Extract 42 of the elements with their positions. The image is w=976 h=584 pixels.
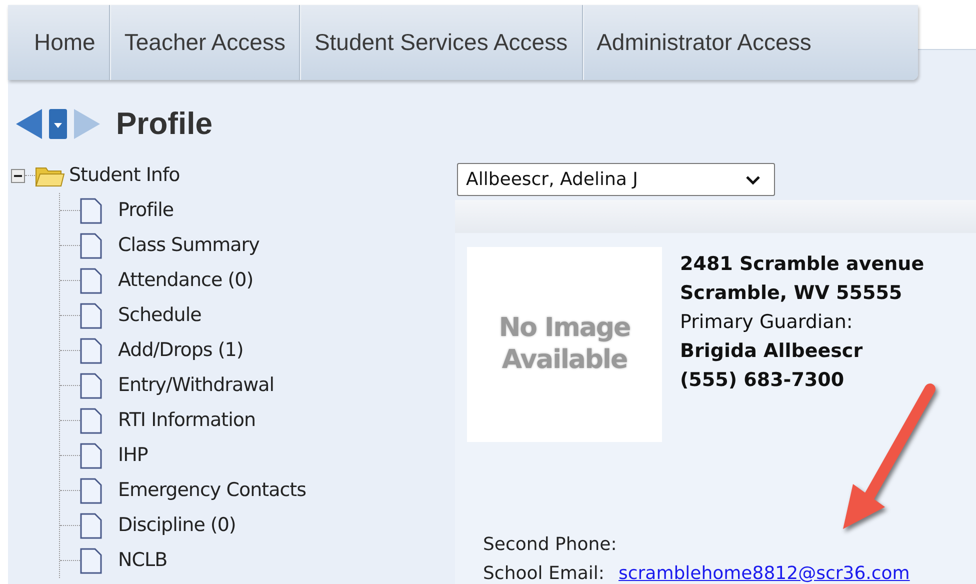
page-icon (80, 478, 102, 504)
address-line: 2481 Scramble avenue (680, 252, 924, 277)
page-icon (80, 372, 102, 398)
page-icon (80, 442, 102, 468)
student-select[interactable]: Allbeescr, Adelina J (457, 163, 775, 196)
tree-item[interactable]: Class Summary (118, 231, 260, 260)
page-title: Profile (116, 105, 212, 143)
page-icon (80, 268, 102, 294)
page-icon (80, 512, 102, 538)
tree-item[interactable]: Attendance (0) (118, 266, 254, 295)
page-icon (80, 408, 102, 434)
tree-item[interactable]: Schedule (118, 301, 202, 330)
tree-item[interactable]: Add/Drops (1) (118, 336, 244, 365)
field-label: Second Phone: (483, 533, 617, 557)
back-arrow-icon[interactable] (14, 107, 44, 141)
tree-item[interactable]: Emergency Contacts (118, 476, 306, 505)
tree-item[interactable]: RTI Information (118, 406, 256, 435)
chevron-down-icon (746, 174, 760, 184)
page-icon (80, 302, 102, 328)
page-icon (80, 338, 102, 364)
nav-tab[interactable]: Administrator Access (582, 5, 826, 80)
placeholder-text: No Image Available (498, 313, 630, 376)
tree-item[interactable]: NCLB (118, 546, 168, 575)
nav-tab[interactable]: Home (20, 5, 110, 80)
nav-tab[interactable]: Teacher Access (110, 5, 300, 80)
tree-item[interactable]: Discipline (0) (118, 511, 236, 540)
address-line: (555) 683-7300 (680, 368, 844, 393)
tree-item[interactable]: Entry/Withdrawal (118, 371, 274, 400)
dropdown-icon[interactable] (48, 107, 68, 141)
tree-item[interactable]: IHP (118, 441, 148, 470)
address-line: Brigida Allbeescr (680, 339, 863, 364)
page-icon (80, 548, 102, 574)
tree-item[interactable]: Student Info (69, 161, 180, 190)
nav-tab[interactable]: Student Services Access (300, 5, 583, 80)
tree-item[interactable]: Profile (118, 196, 174, 225)
field-label: School Email: (483, 562, 604, 584)
page-icon (80, 198, 102, 224)
address-line: Primary Guardian: (680, 310, 853, 335)
address-line: Scramble, WV 55555 (680, 281, 902, 306)
collapse-toggle-icon[interactable] (11, 168, 25, 182)
email-link[interactable]: scramblehome8812@scr36.com (618, 559, 910, 584)
page-icon (80, 232, 102, 258)
